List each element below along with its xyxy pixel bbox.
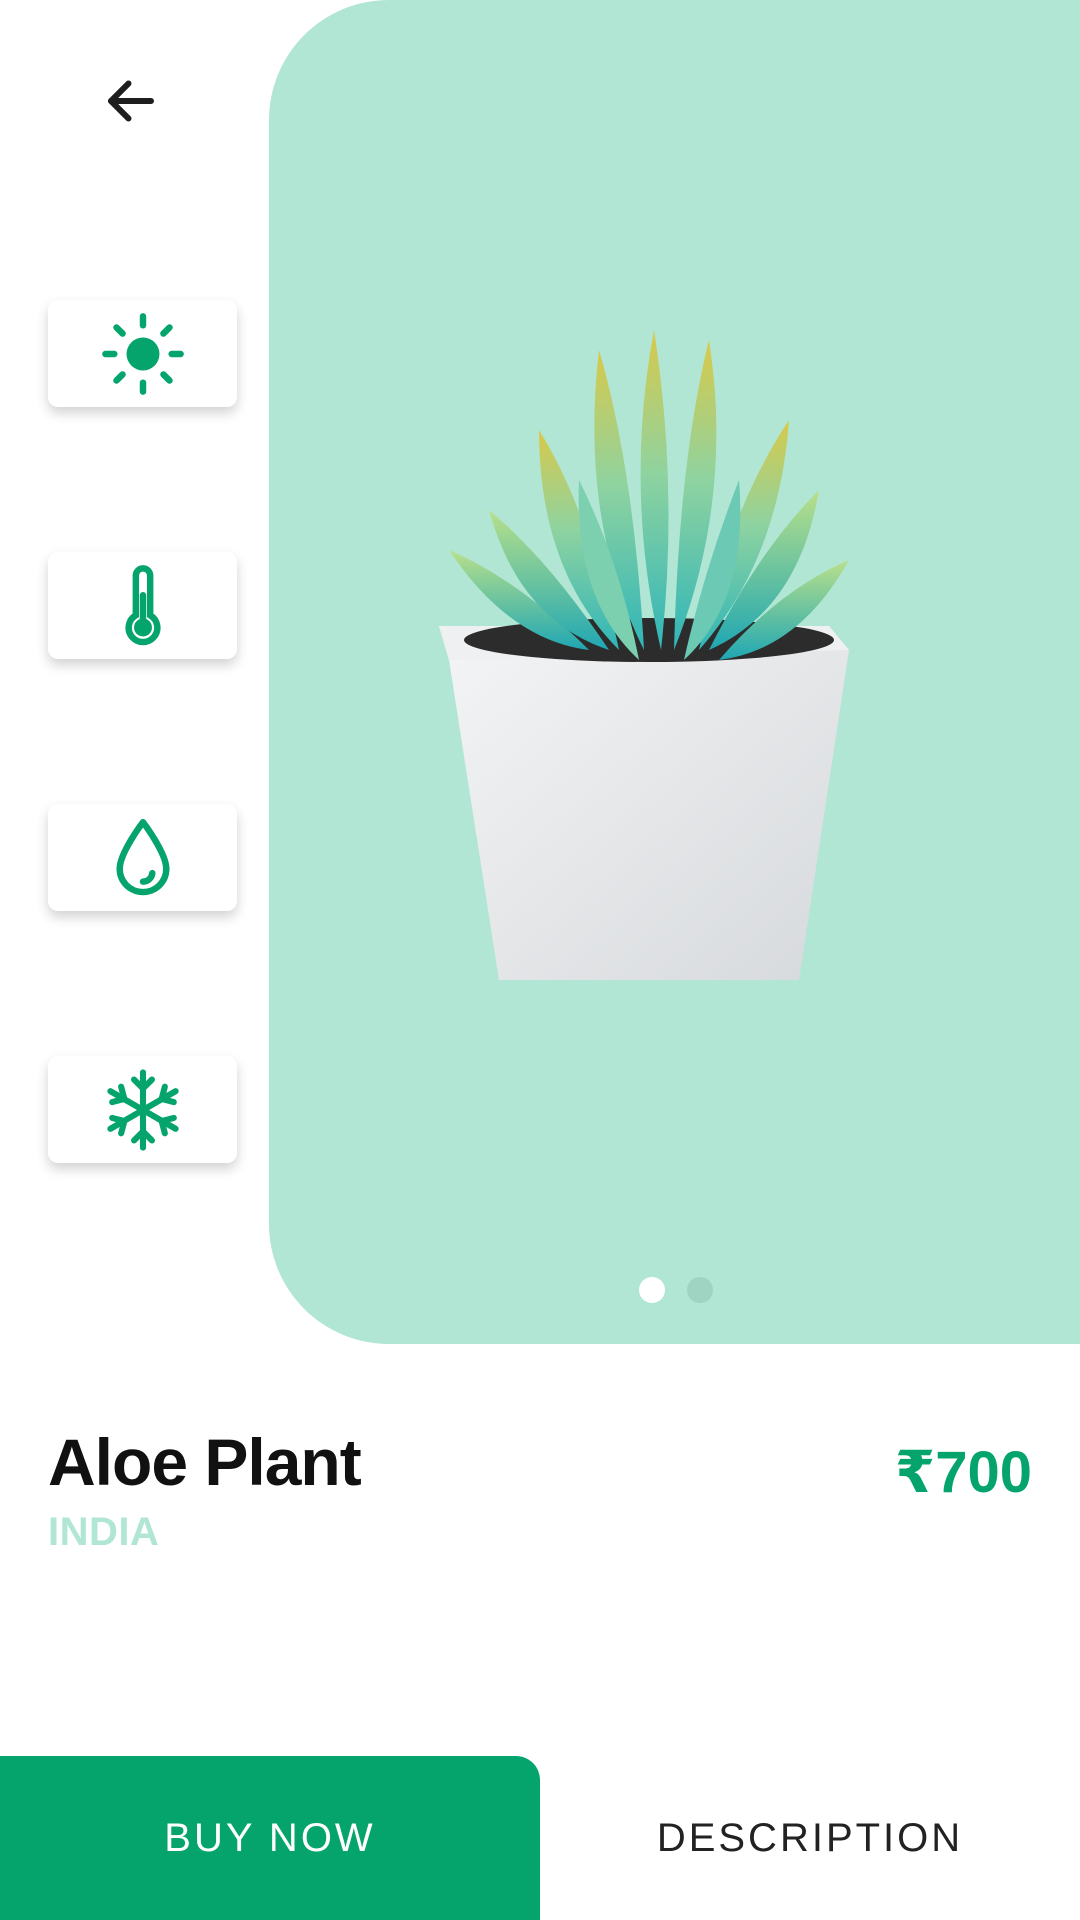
product-price: ₹700 xyxy=(894,1440,1032,1505)
sunlight-card[interactable] xyxy=(48,300,237,407)
product-origin: INDIA xyxy=(48,1510,160,1554)
description-button[interactable]: DESCRIPTION xyxy=(540,1756,1080,1920)
product-image-carousel[interactable] xyxy=(269,0,1080,1344)
carousel-indicator xyxy=(639,1277,713,1303)
buy-now-button[interactable]: BUY NOW xyxy=(0,1756,540,1920)
product-name: Aloe Plant xyxy=(48,1425,362,1499)
aloe-plant-image xyxy=(439,330,849,980)
watering-card[interactable] xyxy=(48,804,237,911)
snowflake-icon xyxy=(106,1068,179,1151)
water-drop-icon xyxy=(115,818,170,895)
cold-tolerance-card[interactable] xyxy=(48,1056,237,1163)
thermometer-icon xyxy=(124,564,161,645)
sun-icon xyxy=(101,312,184,395)
carousel-dot[interactable] xyxy=(639,1277,665,1303)
arrow-left-icon xyxy=(108,80,154,122)
carousel-dot[interactable] xyxy=(687,1277,713,1303)
temperature-card[interactable] xyxy=(48,552,237,659)
back-button[interactable] xyxy=(96,66,166,136)
